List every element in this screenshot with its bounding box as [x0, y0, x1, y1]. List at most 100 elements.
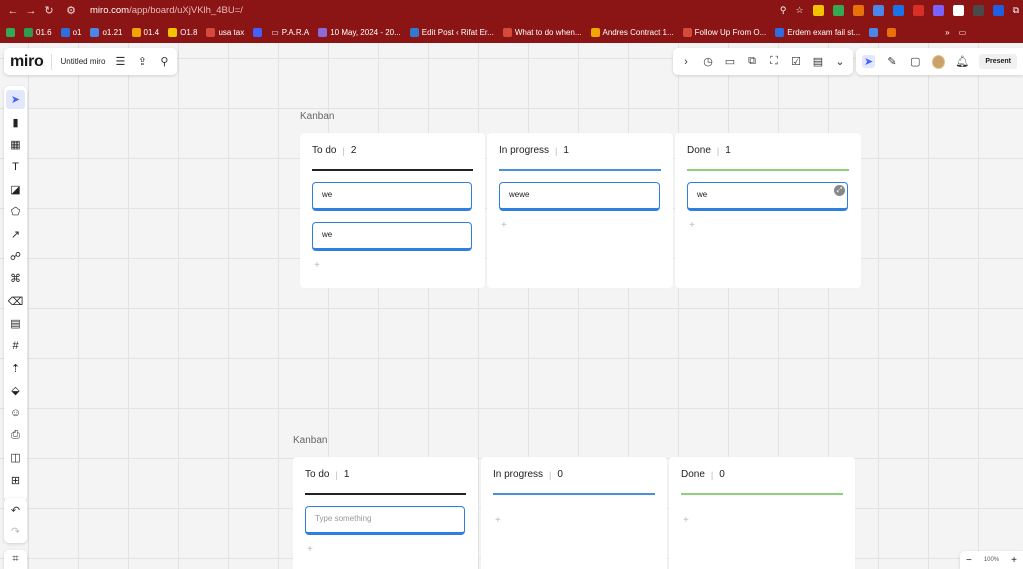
- cursor-select-icon[interactable]: ➤: [862, 55, 876, 68]
- extension-icon[interactable]: [892, 5, 904, 16]
- screen-share-icon[interactable]: ⧉: [745, 55, 759, 68]
- bookmark[interactable]: 01.6: [24, 27, 52, 37]
- kanban-column-in-progress[interactable]: In progress | 0 +: [481, 457, 667, 569]
- notes-icon[interactable]: ▤: [811, 55, 825, 68]
- text-tool-icon[interactable]: T: [6, 157, 25, 176]
- comment-icon[interactable]: ▢: [909, 55, 922, 68]
- timer-icon[interactable]: ◷: [701, 55, 715, 68]
- chevron-right-icon[interactable]: ›: [679, 56, 693, 68]
- kanban-card[interactable]: wewe: [499, 182, 660, 211]
- kanban-column-done[interactable]: Done | 1 we ⤢ +: [675, 133, 861, 288]
- site-settings-icon[interactable]: ⚙: [62, 4, 80, 17]
- templates-icon[interactable]: ▮: [6, 112, 25, 131]
- share-upload-icon[interactable]: ⇪: [135, 55, 149, 68]
- extension-icon[interactable]: [952, 5, 964, 16]
- add-card-icon[interactable]: +: [689, 220, 695, 231]
- board-canvas[interactable]: Kanban To do | 2 we we + In progress | 1 wew…: [0, 43, 1023, 569]
- miro-logo[interactable]: miro: [10, 53, 44, 71]
- chevron-down-icon[interactable]: ⌄: [833, 55, 847, 68]
- extension-icon[interactable]: [872, 5, 884, 16]
- kanban-card[interactable]: we: [312, 182, 472, 211]
- eraser-icon[interactable]: ⌫: [6, 292, 25, 311]
- clickup-icon[interactable]: ⬙: [6, 381, 25, 400]
- reload-icon[interactable]: ↻: [40, 4, 58, 17]
- bookmark[interactable]: What to do when...: [502, 27, 582, 37]
- add-more-icon[interactable]: ⊞: [6, 471, 25, 490]
- zoom-in-icon[interactable]: +: [1011, 555, 1017, 566]
- kanban-column-todo[interactable]: To do | 1 Type something +: [293, 457, 478, 569]
- card-options-icon[interactable]: ⤢: [834, 185, 845, 196]
- extension-icon[interactable]: [932, 5, 944, 16]
- zoom-icon[interactable]: ⚲: [780, 5, 787, 16]
- emoji-icon[interactable]: ☺: [6, 403, 25, 422]
- kanban-card[interactable]: we ⤢: [687, 182, 848, 211]
- extensions-puzzle-icon[interactable]: ⧉: [1013, 5, 1019, 16]
- avatar[interactable]: [931, 54, 946, 69]
- clipboard-icon[interactable]: ⎙: [6, 426, 25, 445]
- extension-icon[interactable]: [852, 5, 864, 16]
- bell-icon[interactable]: 🔔︎: [955, 55, 969, 68]
- bookmark-label: o1.21: [102, 27, 123, 37]
- search-icon[interactable]: ⚲: [157, 55, 171, 68]
- kanban-column-done[interactable]: Done | 0 +: [669, 457, 855, 569]
- extension-icon[interactable]: [992, 5, 1004, 16]
- bookmark[interactable]: o1.21: [90, 27, 123, 37]
- board-name[interactable]: Untitled miro: [60, 57, 105, 66]
- bookmark[interactable]: 01.4: [131, 27, 159, 37]
- zoom-level[interactable]: 100%: [984, 557, 999, 563]
- new-card-input[interactable]: Type something: [305, 506, 465, 535]
- video-call-icon[interactable]: ▭: [723, 55, 737, 68]
- bookmark[interactable]: O1.8: [168, 27, 197, 37]
- add-card-icon[interactable]: +: [314, 260, 320, 271]
- voting-icon[interactable]: ☑: [789, 55, 803, 68]
- focus-frame-icon[interactable]: ⛶: [767, 55, 781, 68]
- frames-panel-icon[interactable]: ⌗: [4, 550, 27, 569]
- bookmark[interactable]: Edit Post ‹ Rifat Er...: [409, 27, 494, 37]
- bookmark-icon[interactable]: [869, 27, 879, 37]
- add-card-icon[interactable]: +: [501, 220, 507, 231]
- menu-icon[interactable]: ☰: [113, 55, 127, 68]
- kanban-card[interactable]: we: [312, 222, 472, 251]
- connector-icon[interactable]: ☍: [6, 247, 25, 266]
- bookmark[interactable]: Andres Contract 1...: [590, 27, 674, 37]
- shapes-icon[interactable]: ⬠: [6, 202, 25, 221]
- bookmark[interactable]: usa tax: [206, 27, 244, 37]
- more-bookmarks-icon[interactable]: »: [945, 28, 949, 37]
- upload-icon[interactable]: ⇡: [6, 359, 25, 378]
- bookmark-icon[interactable]: [887, 27, 897, 37]
- select-tool-icon[interactable]: ➤: [6, 90, 25, 110]
- bookmark-star-icon[interactable]: ☆: [795, 5, 803, 16]
- kanban-icon[interactable]: ◫: [6, 448, 25, 467]
- undo-icon[interactable]: ↶: [11, 504, 20, 517]
- zoom-out-icon[interactable]: −: [966, 555, 972, 566]
- extension-icon[interactable]: [972, 5, 984, 16]
- kanban-column-todo[interactable]: To do | 2 we we +: [300, 133, 485, 288]
- pen-line-icon[interactable]: ↗: [6, 224, 25, 243]
- bookmark[interactable]: Follow Up From O...: [682, 27, 766, 37]
- present-button[interactable]: Present: [979, 54, 1017, 69]
- bookmark-folder[interactable]: ▭ P.A.R.A: [271, 28, 309, 37]
- bookmark[interactable]: 10 May, 2024 - 20...: [318, 27, 401, 37]
- forward-icon[interactable]: →: [22, 5, 40, 17]
- comment-tool-icon[interactable]: ▤: [6, 314, 25, 333]
- layout-icon[interactable]: ▦: [6, 135, 25, 154]
- mindmap-icon[interactable]: ⌘: [6, 269, 25, 288]
- bookmark[interactable]: [253, 27, 263, 37]
- extension-icon[interactable]: [832, 5, 844, 16]
- back-icon[interactable]: ←: [4, 5, 22, 17]
- kanban-column-in-progress[interactable]: In progress | 1 wewe +: [487, 133, 673, 288]
- add-card-icon[interactable]: +: [495, 515, 501, 526]
- add-card-icon[interactable]: +: [683, 515, 689, 526]
- sticky-note-icon[interactable]: ◪: [6, 180, 25, 199]
- bookmark[interactable]: Erdem exam fail st...: [775, 27, 860, 37]
- url-field[interactable]: miro.com/app/board/uXjVKlh_4BU=/: [90, 5, 243, 16]
- extension-icon[interactable]: [912, 5, 924, 16]
- bookmark-icon[interactable]: [6, 27, 15, 37]
- reactions-icon[interactable]: ✎: [885, 55, 898, 68]
- folder-icon[interactable]: ▭: [959, 28, 967, 37]
- add-card-icon[interactable]: +: [307, 544, 313, 555]
- bookmark[interactable]: o1: [60, 27, 81, 37]
- redo-icon[interactable]: ↷: [11, 525, 20, 538]
- extension-icon[interactable]: [812, 5, 824, 16]
- frame-icon[interactable]: #: [6, 336, 25, 355]
